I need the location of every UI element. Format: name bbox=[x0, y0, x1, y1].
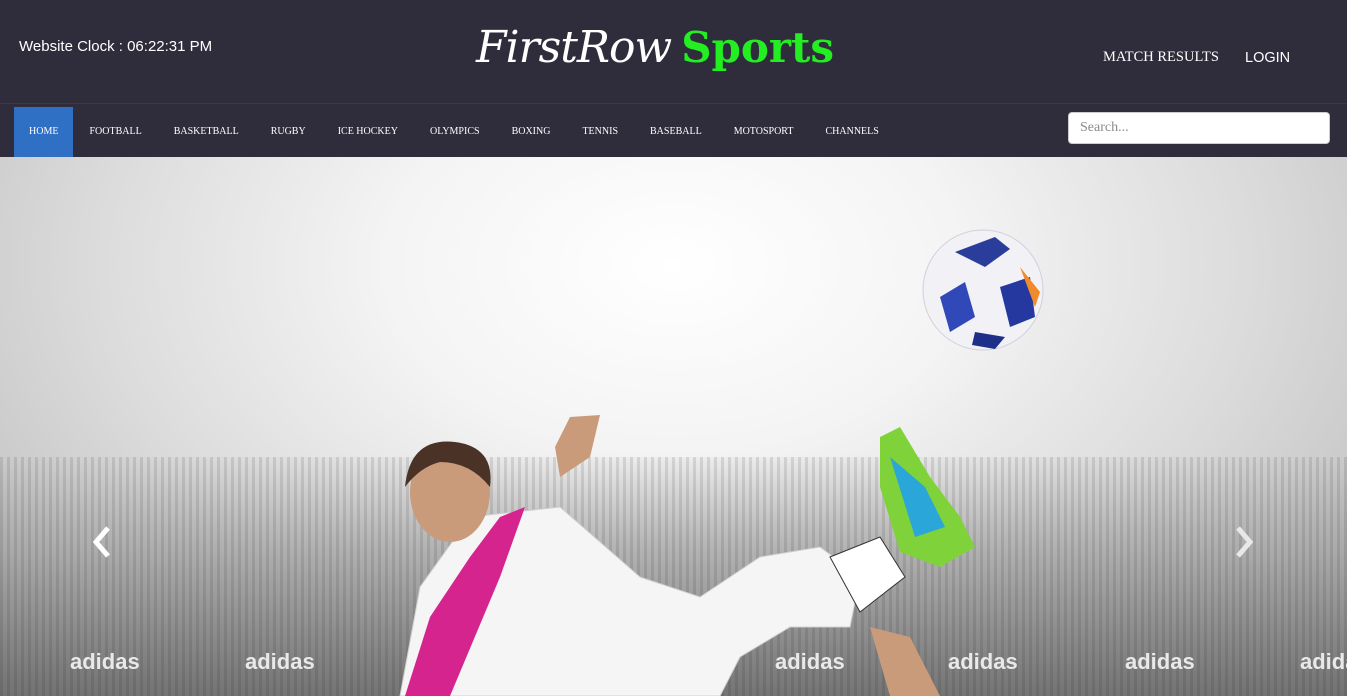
match-results-link[interactable]: MATCH RESULTS bbox=[1103, 49, 1219, 66]
nav-item-football[interactable]: FOOTBALL bbox=[73, 107, 157, 157]
adidas-ad-7: adidas bbox=[1125, 649, 1195, 674]
nav-item-boxing[interactable]: BOXING bbox=[496, 107, 567, 157]
nav-menu: HOME FOOTBALL BASKETBALL RUGBY ICE HOCKE… bbox=[14, 107, 895, 157]
adidas-ad-5: adidas bbox=[775, 649, 845, 674]
carousel-next-arrow-icon[interactable] bbox=[1230, 522, 1260, 562]
logo-sports-text: Sports bbox=[681, 23, 835, 72]
nav-item-tennis[interactable]: TENNIS bbox=[566, 107, 634, 157]
nav-item-ice-hockey[interactable]: ICE HOCKEY bbox=[322, 107, 414, 157]
adidas-ad-8: adidas bbox=[1300, 649, 1347, 674]
logo-script-text: FirstRow bbox=[476, 22, 672, 73]
soccer-ball-icon bbox=[922, 229, 1044, 351]
nav-item-basketball[interactable]: BASKETBALL bbox=[158, 107, 255, 157]
site-logo[interactable]: FirstRow Sports bbox=[476, 22, 834, 82]
hero-carousel: adidas adidas adidas adidas adidas adida… bbox=[0, 157, 1347, 696]
nav-item-baseball[interactable]: BASEBALL bbox=[634, 107, 718, 157]
nav-item-motosport[interactable]: MOTOSPORT bbox=[718, 107, 810, 157]
carousel-prev-arrow-icon[interactable] bbox=[88, 522, 118, 562]
nav-item-rugby[interactable]: RUGBY bbox=[255, 107, 322, 157]
top-header: Website Clock : 06:22:31 PM FirstRow Spor… bbox=[0, 0, 1347, 103]
main-navbar: HOME FOOTBALL BASKETBALL RUGBY ICE HOCKE… bbox=[0, 103, 1347, 158]
hero-slide-image: adidas adidas adidas adidas adidas adida… bbox=[70, 229, 1347, 696]
nav-item-home[interactable]: HOME bbox=[14, 107, 74, 157]
adidas-ad-2: adidas bbox=[245, 649, 315, 674]
login-link[interactable]: LOGIN bbox=[1245, 50, 1290, 66]
adidas-ad-6: adidas bbox=[948, 649, 1018, 674]
website-clock: Website Clock : 06:22:31 PM bbox=[19, 38, 213, 55]
search-input[interactable] bbox=[1068, 112, 1330, 144]
adidas-ad-1: adidas bbox=[70, 649, 140, 674]
nav-item-channels[interactable]: CHANNELS bbox=[809, 107, 894, 157]
footballer-figure bbox=[399, 415, 975, 696]
nav-item-olympics[interactable]: OLYMPICS bbox=[414, 107, 496, 157]
